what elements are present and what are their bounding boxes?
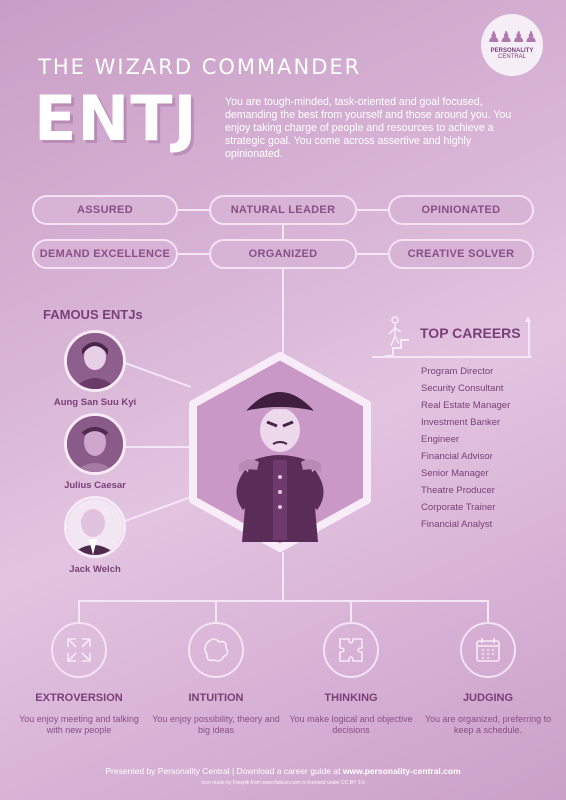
career-item: Corporate Trainer — [421, 502, 496, 513]
career-item: Security Consultant — [421, 383, 504, 394]
calendar-icon — [460, 622, 516, 678]
portrait-aung-san-suu-kyi — [64, 330, 126, 392]
page-subtitle: THE WIZARD COMMANDER — [38, 55, 362, 79]
footer-credit: Icon made by Freepik from www.flaticon.c… — [201, 780, 365, 786]
dimension-name: JUDGING — [462, 692, 514, 704]
footer-prefix: Presented by Personality Central | Downl… — [105, 766, 343, 776]
career-item: Senior Manager — [421, 468, 489, 479]
logo-text-line2: CENTRAL — [497, 54, 526, 60]
famous-name: Julius Caesar — [64, 480, 126, 491]
connector-line — [176, 209, 210, 211]
portrait-julius-caesar — [64, 413, 126, 475]
arrows-out-icon — [51, 622, 107, 678]
famous-title: FAMOUS ENTJs — [43, 307, 143, 322]
connector-line — [125, 446, 193, 448]
career-item: Theatre Producer — [421, 485, 495, 496]
character-hexagon — [187, 352, 373, 552]
career-item: Real Estate Manager — [421, 400, 511, 411]
career-item: Engineer — [421, 434, 460, 445]
portrait-jack-welch — [64, 496, 126, 558]
logo-figures-icon: ♟♟♟♟ — [487, 29, 538, 46]
trait-pill-natural-leader: NATURAL LEADER — [209, 195, 357, 225]
footer-text: Presented by Personality Central | Downl… — [0, 766, 566, 776]
connector-line — [372, 356, 532, 358]
famous-name: Jack Welch — [69, 564, 121, 575]
dimension-desc: You enjoy meeting and talking with new p… — [19, 714, 139, 735]
career-item: Financial Analyst — [421, 519, 493, 530]
connector-line — [282, 268, 284, 358]
connector-line — [282, 224, 284, 240]
trait-pill-organized: ORGANIZED — [209, 239, 357, 269]
dimension-name: INTUITION — [188, 692, 244, 704]
connector-line — [176, 253, 210, 255]
connector-line — [78, 600, 488, 602]
connector-line — [78, 600, 80, 622]
connector-line — [124, 495, 193, 522]
career-item: Program Director — [421, 366, 494, 377]
connector-line — [356, 209, 390, 211]
connector-line — [356, 253, 390, 255]
logo: ♟♟♟♟ PERSONALITY CENTRAL — [481, 14, 543, 76]
career-item: Investment Banker — [421, 417, 501, 428]
dimension-desc: You are organized, preferring to keep a … — [424, 714, 552, 735]
trait-pill-demand-excellence: DEMAND EXCELLENCE — [32, 239, 178, 269]
famous-name: Aung San Suu Kyi — [53, 397, 137, 408]
dimension-desc: You make logical and objective decisions — [289, 714, 413, 735]
arrow-up-icon: ▲ — [523, 314, 533, 325]
dimension-name: EXTROVERSION — [35, 692, 123, 704]
connector-line — [350, 600, 352, 622]
connector-line — [528, 322, 530, 358]
career-item: Financial Advisor — [421, 451, 493, 462]
connector-line — [124, 362, 192, 388]
connector-line — [215, 600, 217, 622]
type-description: You are tough-minded, task-oriented and … — [225, 96, 512, 160]
trait-pill-assured: ASSURED — [32, 195, 178, 225]
dimension-name: THINKING — [324, 692, 378, 704]
trait-pill-opinionated: OPINIONATED — [388, 195, 534, 225]
connector-line — [282, 552, 284, 600]
dimension-desc: You enjoy possibility, theory and big id… — [152, 714, 280, 735]
connector-line — [487, 600, 489, 622]
footer-url-link[interactable]: www.personality-central.com — [343, 766, 461, 776]
careers-title: TOP CAREERS — [420, 325, 521, 341]
climbing-stairs-icon — [383, 314, 417, 358]
puzzle-icon — [323, 622, 379, 678]
trait-pill-creative-solver: CREATIVE SOLVER — [388, 239, 534, 269]
blob-icon — [188, 622, 244, 678]
page-title: ENTJ — [34, 82, 198, 155]
